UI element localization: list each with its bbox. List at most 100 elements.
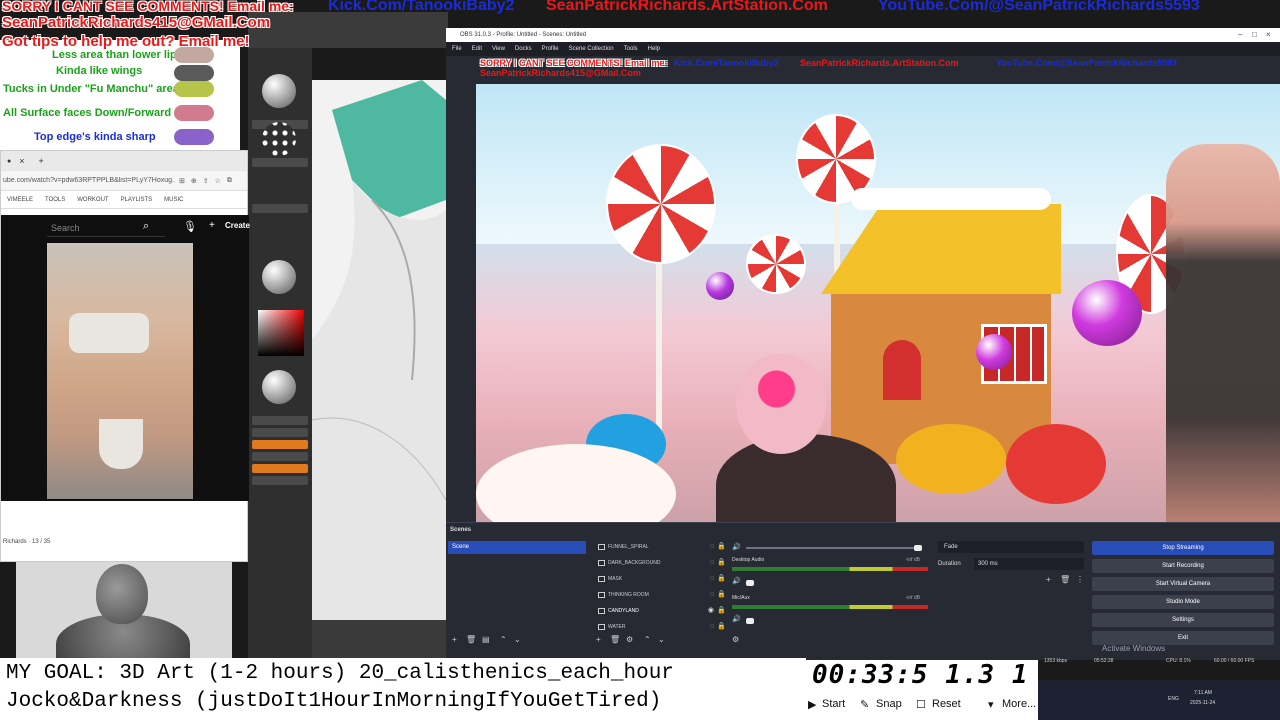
transition-select[interactable]: Fade [938,541,1084,553]
start-virtual-camera-button[interactable]: Start Virtual Camera [1092,577,1274,591]
lock-icon[interactable]: 🔒 [717,555,726,571]
volume-knob[interactable] [914,545,922,551]
menu-scene-collection[interactable]: Scene Collection [569,42,614,56]
menu-help[interactable]: Help [648,42,660,56]
volume-icon[interactable]: 🔊 [732,615,741,623]
move-up-icon[interactable]: ⌃ [500,635,507,644]
move-down-icon[interactable]: ⌄ [658,635,665,644]
menu-view[interactable]: View [492,42,505,56]
visibility-icon[interactable]: ◌ [710,539,714,555]
zadd-button[interactable] [252,464,308,473]
remove-source-icon[interactable]: 🗑 [610,635,620,644]
visibility-icon[interactable]: ◌ [710,571,714,587]
add-source-icon[interactable]: + [596,635,601,644]
visibility-icon[interactable]: ◌ [710,619,714,635]
tab-close-icon[interactable]: × [19,156,24,166]
move-up-icon[interactable]: ⌃ [644,635,651,644]
lock-icon[interactable]: 🔒 [717,619,726,635]
lock-icon[interactable]: 🔒 [717,603,726,619]
volume-icon[interactable]: 🔊 [732,543,741,551]
lock-icon[interactable]: 🔒 [717,539,726,555]
mrgb-button[interactable] [252,440,308,449]
menu-edit[interactable]: Edit [472,42,482,56]
transition-menu-icon[interactable]: ⋮ [1076,575,1084,584]
color-picker[interactable] [258,310,304,356]
install-icon[interactable]: ⊞ [179,177,185,185]
new-tab-icon[interactable]: + [39,156,44,166]
visibility-icon[interactable]: ◉ [708,603,714,619]
extensions-icon[interactable]: ⧉ [227,177,232,185]
studio-mode-button[interactable]: Studio Mode [1092,595,1274,609]
exit-button[interactable]: Exit [1092,631,1274,645]
stop-streaming-button[interactable]: Stop Streaming [1092,541,1274,555]
plus-icon[interactable]: + [209,220,215,231]
material-preview[interactable] [262,260,296,294]
address-bar[interactable]: ube.com/watch?v=pdw63RPTPPLB&list=PLyY7H… [1,171,247,191]
zoom-icon[interactable]: ⊕ [191,177,197,185]
add-transition-icon[interactable]: + [1046,575,1051,584]
source-item[interactable]: MASK ◌ 🔒 [596,571,726,587]
menu-file[interactable]: File [452,42,462,56]
obs-preview[interactable] [476,84,1280,536]
source-properties-icon[interactable]: ⚙ [626,635,633,644]
menu-docks[interactable]: Docks [515,42,532,56]
reset-button[interactable]: Reset [932,698,961,710]
share-icon[interactable]: ⇪ [203,177,209,185]
close-icon[interactable]: × [1266,28,1271,42]
source-item[interactable]: WATER ◌ 🔒 [596,619,726,635]
add-scene-icon[interactable]: + [452,635,457,644]
volume-knob[interactable] [746,618,754,624]
visibility-icon[interactable]: ◌ [710,555,714,571]
source-item[interactable]: CANDYLAND ◉ 🔒 [596,603,726,619]
brush-preview[interactable] [262,74,296,108]
more-icon[interactable]: ▾ [988,698,994,711]
volume-icon[interactable]: 🔊 [732,577,741,585]
duration-input[interactable]: 300 ms [974,558,1084,570]
microphone-icon[interactable]: 🎙 [183,220,197,233]
stopwatch-time: 00:33:5 1.3 1 [812,660,1029,690]
lock-icon[interactable]: 🔒 [717,587,726,603]
remove-transition-icon[interactable]: 🗑 [1060,575,1070,584]
menu-profile[interactable]: Profile [542,42,559,56]
search-icon[interactable]: ⌕ [143,220,149,233]
language-indicator[interactable]: ENG [1168,696,1179,702]
bookmark-folder[interactable]: MUSIC [164,197,183,203]
volume-knob[interactable] [746,580,754,586]
url-text[interactable]: ube.com/watch?v=pdw63RPTPPLB&list=PLyY7H… [3,177,175,184]
bookmark-folder[interactable]: PLAYLISTS [121,197,153,203]
maximize-icon[interactable]: □ [1252,28,1257,42]
stroke-preview[interactable] [262,122,296,156]
clock-date[interactable]: 2025-11-24 [1190,700,1215,706]
create-button[interactable]: Create [225,221,250,230]
more-button[interactable]: More... [1002,698,1036,710]
play-icon[interactable]: ▶ [808,698,816,711]
source-item[interactable]: FUNNEL_SPIRAL ◌ 🔒 [596,539,726,555]
scene-item[interactable]: Scene [448,541,586,554]
bookmark-folder[interactable]: TOOLS [45,197,65,203]
clock-time[interactable]: 7:11 AM [1194,690,1212,696]
video-player[interactable] [47,243,193,499]
snap-button[interactable]: Snap [876,698,902,710]
visibility-icon[interactable]: ◌ [710,587,714,603]
bookmark-folder[interactable]: VIMEELE [7,197,33,203]
snap-icon[interactable]: ✎ [860,698,869,711]
video-content [69,313,149,353]
texture-preview[interactable] [262,370,296,404]
settings-button[interactable]: Settings [1092,613,1274,627]
lock-icon[interactable]: 🔒 [717,571,726,587]
mixer-settings-icon[interactable]: ⚙ [732,635,739,644]
volume-slider[interactable] [746,547,922,549]
zbrush-viewport[interactable] [312,80,446,620]
bookmark-star-icon[interactable]: ☆ [215,177,221,185]
source-item[interactable]: DARK_BACKGROUND ◌ 🔒 [596,555,726,571]
bookmark-folder[interactable]: WORKOUT [77,197,108,203]
remove-scene-icon[interactable]: 🗑 [466,635,476,644]
start-recording-button[interactable]: Start Recording [1092,559,1274,573]
source-item[interactable]: THINKING ROOM ◌ 🔒 [596,587,726,603]
move-down-icon[interactable]: ⌄ [514,635,521,644]
minimize-icon[interactable]: – [1238,28,1242,42]
menu-tools[interactable]: Tools [624,42,638,56]
scene-filter-icon[interactable]: ▤ [482,635,490,644]
start-button[interactable]: Start [822,698,845,710]
reset-icon[interactable]: ☐ [916,698,926,711]
